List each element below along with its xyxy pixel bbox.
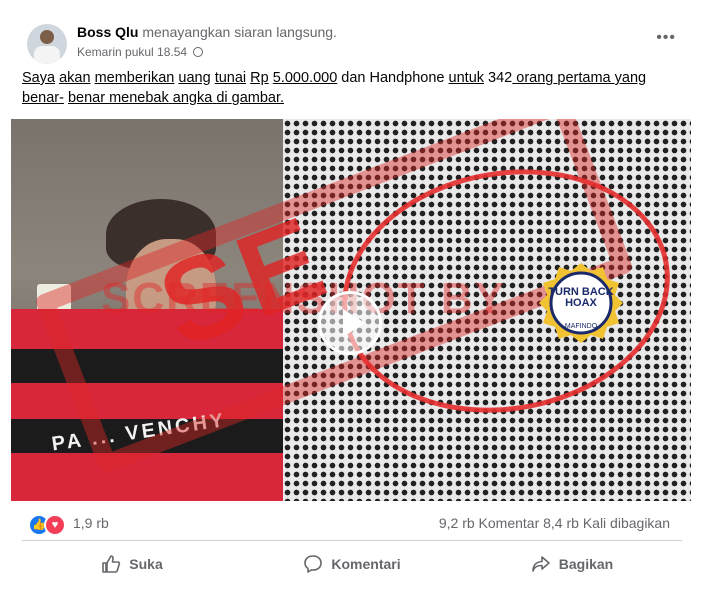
like-label: Suka [129, 556, 163, 572]
comment-button[interactable]: Komentari [242, 545, 462, 583]
love-reaction-icon[interactable]: ♥ [44, 514, 66, 536]
author-line: Boss Qlu menayangkan siaran langsung. [77, 24, 337, 40]
caption-text: dan Handphone [337, 70, 449, 86]
caption-word: tunai [214, 70, 247, 86]
caption-word: orang [516, 70, 554, 86]
globe-icon [193, 47, 204, 57]
comment-icon [304, 555, 323, 573]
caption-word: Rp [250, 70, 269, 86]
avatar[interactable] [27, 24, 67, 64]
timestamp[interactable]: Kemarin pukul 18.54 [77, 45, 187, 59]
caption-word: 342 [488, 70, 513, 86]
caption-word: gambar. [231, 90, 285, 106]
post-stats: 👍 ♥ 1,9 rb 9,2 rb Komentar 8,4 rb Kali d… [22, 512, 682, 536]
thumbs-up-icon [102, 555, 121, 573]
action-bar: Suka Komentari Bagikan [22, 545, 682, 583]
more-options-icon[interactable]: ••• [656, 30, 676, 46]
caption-word: untuk [448, 70, 485, 86]
caption-word: yang [614, 70, 647, 86]
post-action-text: menayangkan siaran langsung. [142, 24, 337, 40]
post-caption: Saya akan memberikan uang tunai Rp 5.000… [22, 68, 672, 108]
share-button[interactable]: Bagikan [462, 545, 682, 583]
post-header: Boss Qlu menayangkan siaran langsung. Ke… [22, 14, 682, 64]
caption-word: benar- [22, 90, 64, 106]
like-button[interactable]: Suka [22, 545, 242, 583]
divider [22, 540, 682, 541]
comments-shares-count[interactable]: 9,2 rb Komentar 8,4 rb Kali dibagikan [439, 515, 670, 531]
play-triangle [343, 309, 365, 337]
author-name[interactable]: Boss Qlu [77, 24, 138, 40]
avatar-body [34, 46, 60, 64]
caption-word: di [216, 90, 228, 106]
badge-title: TURN BACK HOAX [548, 286, 614, 309]
caption-word: uang [178, 70, 211, 86]
caption-word: angka [172, 90, 213, 106]
comment-label: Komentari [331, 556, 401, 572]
caption-word: pertama [557, 70, 611, 86]
share-label: Bagikan [558, 556, 614, 572]
caption-word: benar [67, 90, 106, 106]
share-icon [531, 556, 550, 572]
caption-word: menebak [109, 90, 169, 106]
live-video[interactable]: PA ... VENCHY SE SCREENSHOT BY TURN BACK… [11, 119, 691, 501]
caption-word: 5.000.000 [272, 70, 338, 86]
play-icon[interactable] [318, 291, 382, 355]
badge-org: MAFINDO [564, 323, 598, 330]
post-card: Boss Qlu menayangkan siaran langsung. Ke… [0, 0, 702, 592]
turnbackhoax-badge: TURN BACK HOAX MAFINDO [539, 261, 623, 345]
caption-word: akan [59, 70, 91, 86]
reactions-count[interactable]: 1,9 rb [73, 515, 109, 531]
caption-word: Saya [22, 70, 56, 86]
caption-word: memberikan [94, 70, 175, 86]
avatar-head [40, 30, 54, 44]
timestamp-line: Kemarin pukul 18.54 [77, 45, 204, 59]
